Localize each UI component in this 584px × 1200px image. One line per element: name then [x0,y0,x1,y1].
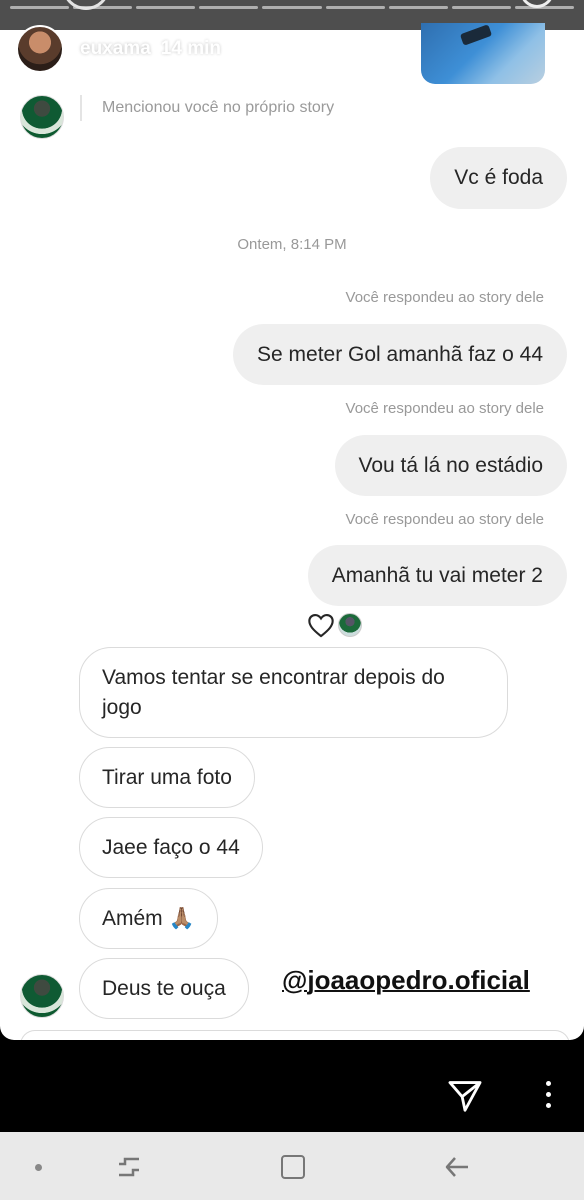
nav-indicator-dot [35,1164,42,1171]
contact-avatar[interactable] [20,95,64,139]
back-arrow-icon[interactable] [442,1152,472,1182]
received-message[interactable]: Jaee faço o 44 [79,817,263,878]
story-time: 14 min [160,38,221,59]
story-reply-note: Você respondeu ao story dele [345,289,544,306]
watermark-handle: @joaaopedro.oficial [282,965,530,995]
received-message[interactable]: Tirar uma foto [79,747,255,808]
heart-icon[interactable] [307,612,335,638]
sent-message[interactable]: Vou tá lá no estádio [334,435,567,496]
received-message[interactable]: Vamos tentar se encontrar depois do jogo [79,647,508,738]
home-icon[interactable] [281,1155,305,1179]
story-reply-note: Você respondeu ao story dele [345,511,544,528]
dm-screenshot-card: euxama 14 min Mencionou você no próprio … [0,0,584,1040]
conversation-timestamp: Ontem, 8:14 PM [237,236,347,253]
vertical-dots-icon[interactable] [543,1081,553,1111]
contact-avatar[interactable] [20,974,64,1018]
received-message[interactable]: Deus te ouça [79,958,249,1019]
mention-label: Mencionou você no próprio story [102,99,335,116]
story-reply-note: Você respondeu ao story dele [345,400,544,417]
sent-message[interactable]: Se meter Gol amanhã faz o 44 [233,324,567,385]
reaction-avatar [338,613,362,637]
received-message[interactable]: Amém 🙏🏽 [79,888,218,949]
message-text: Amanhã tu vai meter 2 [331,563,543,587]
mention-divider [80,95,82,121]
message-text: Vou tá lá no estádio [358,453,543,477]
message-text: Deus te ouça [102,976,226,1000]
story-username[interactable]: euxama [80,38,151,60]
recent-apps-icon[interactable] [114,1152,144,1182]
paper-plane-icon[interactable] [446,1077,484,1115]
message-text: Vamos tentar se encontrar depois do jogo [102,665,445,719]
story-bottom-bar [0,1040,584,1132]
message-text: Vc é foda [454,166,543,189]
story-user-info[interactable]: euxama 14 min [16,25,221,73]
shared-story-thumbnail[interactable] [421,23,545,84]
story-user-avatar[interactable] [16,25,64,73]
sent-message[interactable]: Vc é foda [430,147,567,209]
message-text: Tirar uma foto [102,765,232,789]
message-text: Amém 🙏🏽 [102,906,195,930]
message-input[interactable] [20,1030,570,1040]
message-text: Jaee faço o 44 [102,835,240,859]
sent-message[interactable]: Amanhã tu vai meter 2 [307,545,567,606]
message-text: Se meter Gol amanhã faz o 44 [257,342,543,366]
